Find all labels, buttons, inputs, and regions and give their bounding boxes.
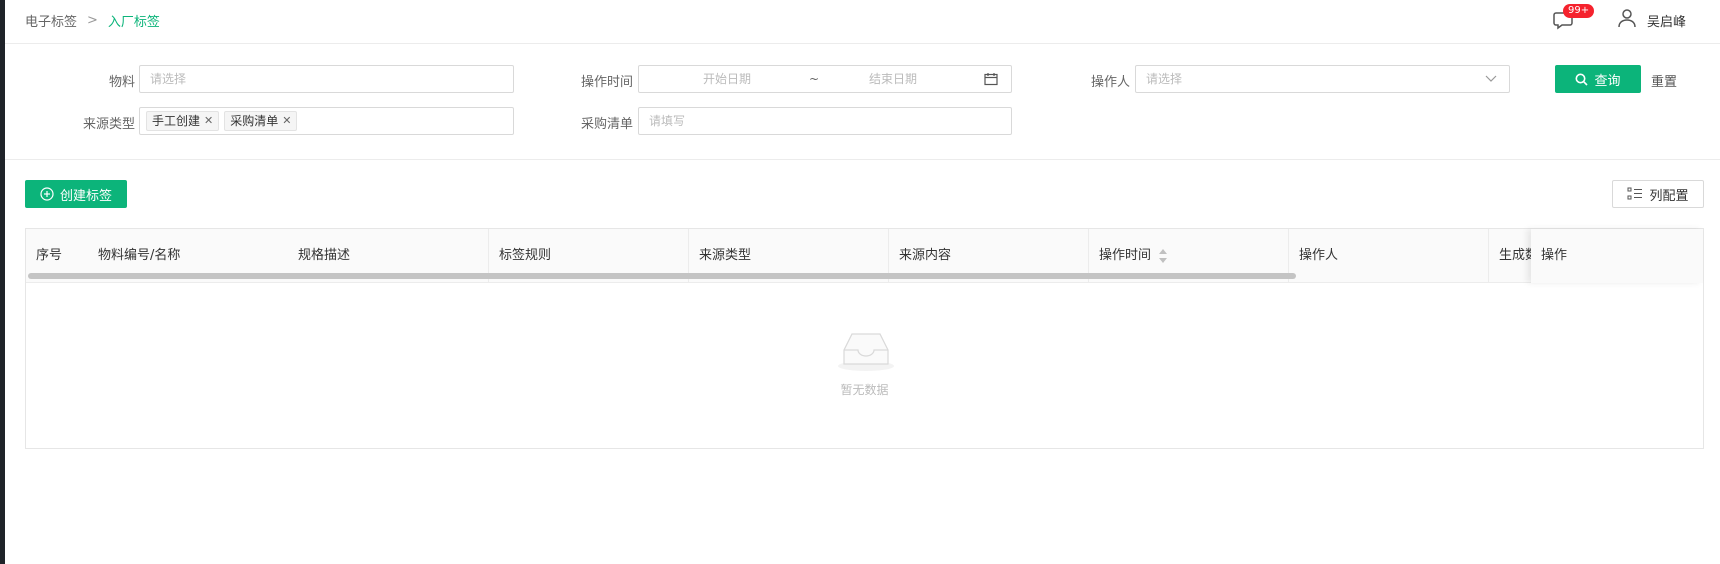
end-date-input[interactable]: 结束日期: [869, 66, 917, 92]
source-type-select[interactable]: 手工创建 ✕ 采购清单 ✕: [139, 107, 514, 135]
horizontal-scrollbar[interactable]: [28, 273, 1296, 279]
breadcrumb-root[interactable]: 电子标签: [25, 11, 77, 30]
close-icon[interactable]: ✕: [282, 108, 291, 134]
create-label-button[interactable]: 创建标签: [25, 180, 127, 208]
user-icon[interactable]: [1617, 8, 1637, 28]
empty-inbox-icon: [838, 333, 894, 371]
operate-time-label: 操作时间: [580, 75, 633, 90]
close-icon[interactable]: ✕: [204, 108, 213, 134]
create-label-button-label: 创建标签: [59, 188, 112, 204]
reset-button[interactable]: 重置: [1651, 71, 1677, 90]
breadcrumb-current: 入厂标签: [107, 15, 160, 30]
breadcrumb-separator: >: [87, 13, 98, 28]
fixed-action-column: 操作: [1531, 229, 1703, 283]
operate-time-range[interactable]: 开始日期 ~ 结束日期: [638, 65, 1012, 93]
calendar-icon: [984, 73, 998, 86]
breadcrumb: 电子标签 > 入厂标签: [25, 11, 160, 30]
filter-panel: 物料 请选择 操作时间 开始日期 ~ 结束日期 操作人 请选择 查询 重置 来源…: [5, 44, 1720, 160]
user-name[interactable]: 吴启峰: [1647, 11, 1686, 30]
material-label: 物料: [108, 75, 135, 90]
date-range-separator: ~: [809, 72, 820, 86]
search-icon: [1575, 73, 1589, 86]
column-config-label: 列配置: [1649, 188, 1689, 204]
label-table: 序号 物料编号/名称 规格描述 标签规则 来源类型 来源内容 操作时间 操作人 …: [25, 228, 1704, 449]
operator-select[interactable]: 请选择: [1135, 65, 1510, 93]
operator-label: 操作人: [1090, 75, 1130, 90]
query-button-label: 查询: [1594, 73, 1621, 89]
operate-time-header-label: 操作时间: [1099, 248, 1152, 263]
notification-badge: 99+: [1563, 4, 1595, 18]
empty-state: 暂无数据: [26, 283, 1703, 448]
table-header: 序号 物料编号/名称 规格描述 标签规则 来源类型 来源内容 操作时间 操作人 …: [26, 229, 1703, 283]
query-button[interactable]: 查询: [1555, 65, 1641, 93]
source-type-label: 来源类型: [82, 117, 135, 132]
source-type-tag: 手工创建 ✕: [146, 108, 220, 134]
operator-placeholder: 请选择: [1146, 72, 1183, 86]
column-config-button[interactable]: 列配置: [1612, 180, 1704, 208]
plus-circle-icon: [40, 187, 54, 201]
column-header-action: 操作: [1541, 248, 1568, 263]
column-list-icon: [1627, 187, 1643, 200]
purchase-list-label: 采购清单: [580, 117, 633, 132]
material-select[interactable]: 请选择: [139, 65, 514, 93]
top-bar: 电子标签 > 入厂标签: [5, 0, 1720, 44]
purchase-list-input[interactable]: 请填写: [638, 107, 1012, 135]
start-date-input[interactable]: 开始日期: [703, 66, 751, 92]
source-type-tag: 采购清单 ✕: [224, 108, 298, 134]
chevron-down-icon: [1485, 75, 1497, 82]
empty-text: 暂无数据: [840, 383, 889, 397]
sort-icon[interactable]: [1159, 248, 1168, 263]
tag-label: 手工创建: [152, 114, 201, 128]
tag-label: 采购清单: [230, 114, 279, 128]
